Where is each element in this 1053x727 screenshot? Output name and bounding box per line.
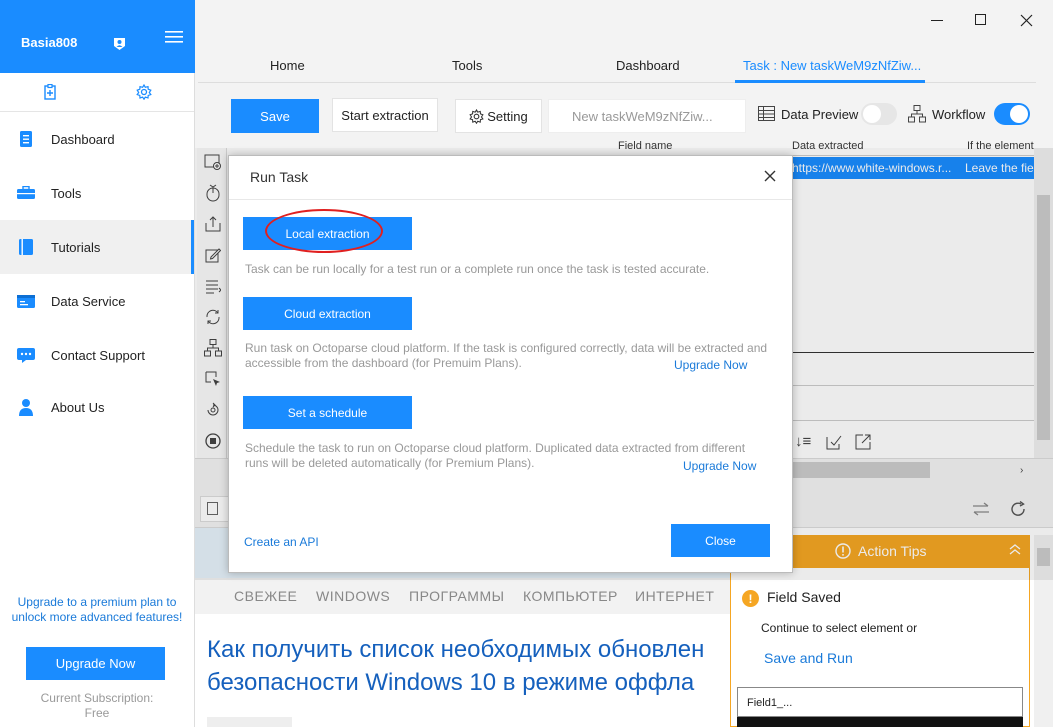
- start-extraction-button[interactable]: Start extraction: [332, 98, 438, 132]
- tab-dashboard[interactable]: Dashboard: [616, 58, 680, 73]
- setting-button[interactable]: Setting: [455, 99, 542, 133]
- desc-line: runs will be deleted automatically (for …: [245, 456, 535, 470]
- tab-active-underline: [735, 80, 925, 83]
- workflow-toggle[interactable]: [994, 103, 1030, 125]
- tab-home[interactable]: Home: [270, 58, 305, 73]
- web-nav-item[interactable]: ИНТЕРНЕТ: [635, 588, 714, 604]
- web-element: [207, 717, 292, 727]
- close-window-icon[interactable]: [1020, 14, 1033, 27]
- data-preview-label: Data Preview: [781, 107, 859, 122]
- save-and-run-link[interactable]: Save and Run: [764, 650, 853, 666]
- web-nav-item[interactable]: WINDOWS: [316, 588, 390, 604]
- web-nav-item[interactable]: СВЕЖЕЕ: [234, 588, 297, 604]
- workflow-label: Workflow: [932, 107, 986, 122]
- sidebar-item-about-us[interactable]: About Us: [0, 380, 194, 434]
- sidebar: Basia808 Dashboard Tools Tutorials Data …: [0, 0, 195, 727]
- sidebar-item-contact-support[interactable]: Contact Support: [0, 328, 194, 382]
- desc-line: Run task on Octoparse cloud platform. If…: [245, 341, 768, 355]
- gear-icon: [469, 108, 484, 124]
- tools-icon: [16, 183, 36, 203]
- tutorials-icon: [16, 237, 36, 257]
- table-icon: [758, 106, 775, 121]
- cloud-extraction-button[interactable]: Cloud extraction: [243, 297, 412, 330]
- desc-line: Schedule the task to run on Octoparse cl…: [245, 441, 746, 455]
- upgrade-now-link[interactable]: Upgrade Now: [683, 459, 756, 473]
- tab-tools[interactable]: Tools: [452, 58, 482, 73]
- sidebar-item-tools[interactable]: Tools: [0, 166, 194, 220]
- web-nav-item[interactable]: ПРОГРАММЫ: [409, 588, 505, 604]
- workflow-icon: [908, 105, 926, 123]
- minimize-icon[interactable]: [931, 20, 943, 21]
- subscription-info: Current Subscription: Free: [0, 691, 194, 721]
- sidebar-item-label: Data Service: [51, 293, 126, 309]
- headline-line: Как получить список необходимых обновлен: [207, 636, 705, 663]
- menu-icon[interactable]: [165, 31, 183, 43]
- field-saved-label: Field Saved: [767, 589, 841, 605]
- sidebar-item-label: Tools: [51, 185, 82, 201]
- sidebar-header: Basia808: [0, 0, 195, 73]
- user-icon: [16, 397, 36, 417]
- sidebar-item-label: Tutorials: [51, 239, 101, 255]
- vip-badge-icon[interactable]: [113, 37, 126, 51]
- data-preview-toggle[interactable]: [861, 103, 897, 125]
- sidebar-item-label: Contact Support: [51, 347, 145, 363]
- sidebar-upgrade-button[interactable]: Upgrade Now: [26, 647, 165, 680]
- close-button[interactable]: Close: [671, 524, 770, 557]
- headline-line: безопасности Windows 10 в режиме оффла: [207, 669, 695, 696]
- sidebar-item-data-service[interactable]: Data Service: [0, 274, 194, 328]
- dialog-header: [229, 156, 792, 200]
- task-add-icon[interactable]: [43, 83, 57, 100]
- web-headline[interactable]: Как получить список необходимых обновлен…: [207, 633, 730, 703]
- local-extraction-desc: Task can be run locally for a test run o…: [245, 262, 710, 276]
- annotation-circle: [265, 209, 383, 253]
- continue-text: Continue to select element or: [761, 621, 918, 635]
- run-task-dialog: Run Task Local extraction Task can be ru…: [228, 155, 793, 573]
- task-name-input[interactable]: New taskWeM9zNfZiw...: [548, 99, 746, 133]
- setting-label: Setting: [487, 108, 528, 124]
- web-nav-item[interactable]: КОМПЬЮТЕР: [523, 588, 618, 604]
- dialog-title: Run Task: [250, 169, 309, 185]
- field-item[interactable]: Field1_...: [737, 687, 1023, 717]
- upgrade-promo: Upgrade to a premium plan to unlock more…: [0, 595, 194, 625]
- subscription-label: Current Subscription:: [40, 691, 154, 705]
- sidebar-item-label: About Us: [51, 399, 105, 415]
- schedule-desc: Schedule the task to run on Octoparse cl…: [245, 441, 745, 471]
- maximize-icon[interactable]: [975, 14, 986, 25]
- sidebar-item-tutorials[interactable]: Tutorials: [0, 220, 194, 274]
- username: Basia808: [21, 35, 78, 50]
- upgrade-now-link[interactable]: Upgrade Now: [674, 358, 747, 372]
- tab-task[interactable]: Task : New taskWeM9zNfZiw...: [743, 58, 921, 73]
- sidebar-item-dashboard[interactable]: Dashboard: [0, 112, 194, 166]
- close-icon[interactable]: [764, 170, 776, 182]
- upgrade-text: Upgrade to a premium plan to: [17, 595, 177, 609]
- sidebar-item-label: Dashboard: [51, 131, 115, 147]
- upgrade-text: unlock more advanced features!: [11, 610, 183, 624]
- field-bar: [737, 717, 1023, 727]
- set-schedule-button[interactable]: Set a schedule: [243, 396, 412, 429]
- data-service-icon: [16, 291, 36, 311]
- dashboard-icon: [16, 129, 36, 149]
- settings-icon[interactable]: [136, 83, 152, 101]
- create-api-link[interactable]: Create an API: [244, 535, 319, 549]
- chat-icon: [16, 345, 36, 365]
- warning-icon: !: [742, 590, 759, 607]
- save-button[interactable]: Save: [231, 99, 319, 133]
- subscription-value: Free: [84, 706, 110, 720]
